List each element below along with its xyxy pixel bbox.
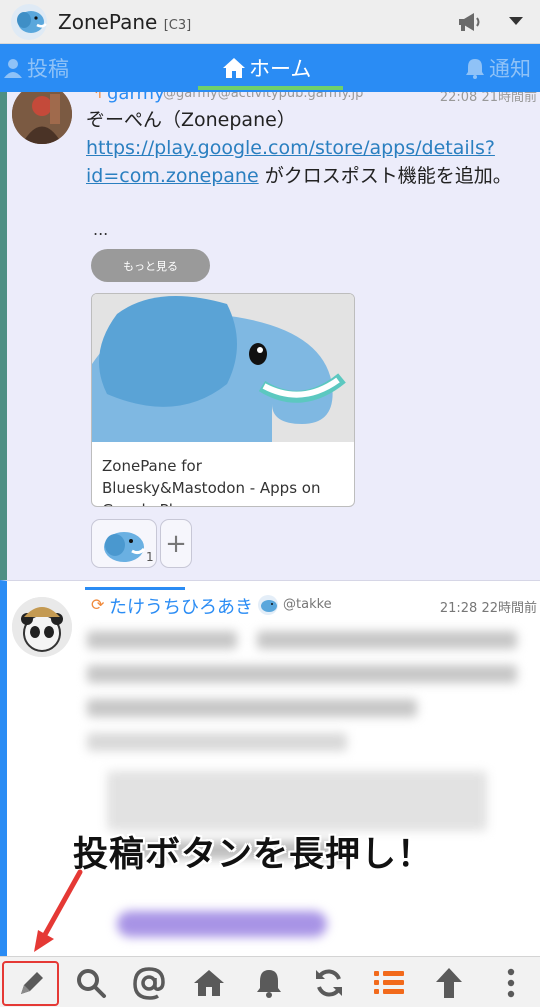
instruction-caption: 投稿ボタンを長押し！ [73, 835, 434, 875]
home-button[interactable] [180, 957, 238, 1007]
home-tab-icon [223, 58, 245, 78]
post-text: ぞーぺん（Zonepane） [86, 109, 296, 131]
app-bar: ZonePane [C3] [0, 0, 540, 44]
tab-bar: 投稿 ホーム 通知 [0, 44, 540, 92]
account-handle: @garmy@activitypub.garmy.jp [163, 92, 364, 101]
megaphone-icon[interactable] [456, 11, 482, 33]
bell-icon [466, 59, 484, 79]
unread-indicator [85, 587, 185, 590]
list-icon [374, 970, 404, 994]
link-preview-image [92, 294, 354, 444]
reaction-chip[interactable]: 1 [91, 519, 157, 568]
compose-button[interactable] [2, 961, 59, 1006]
post-header: ⟳ たけうちひろあき @takke 21:28 22時間前 [87, 593, 537, 619]
account-dropdown-icon[interactable] [509, 17, 523, 25]
more-icon [507, 968, 515, 997]
blurred-post-content [87, 621, 539, 956]
add-reaction-button[interactable]: + [160, 519, 192, 568]
truncated-ellipsis: ... [93, 220, 109, 239]
compose-icon [20, 971, 43, 994]
scroll-top-button[interactable] [420, 957, 478, 1007]
pointer-arrow-icon [34, 869, 83, 952]
search-icon [77, 968, 106, 998]
mentions-button[interactable] [120, 957, 178, 1007]
person-icon [4, 59, 22, 78]
tab-home-label: ホーム [249, 57, 312, 81]
search-button[interactable] [62, 957, 120, 1007]
app-logo-icon[interactable] [10, 3, 48, 41]
account-tag: [C3] [163, 18, 192, 33]
tab-post-label: 投稿 [27, 57, 69, 81]
refresh-button[interactable] [300, 957, 358, 1007]
tab-home[interactable]: ホーム [222, 44, 311, 92]
post-text-tail: がクロスポスト機能を追加。 [258, 165, 512, 187]
refresh-icon [316, 969, 342, 996]
timestamp: 21:28 22時間前 [439, 601, 537, 616]
reaction-count: 1 [146, 550, 154, 564]
mention-icon [133, 966, 165, 1000]
tab-notifications-label: 通知 [489, 57, 531, 81]
status-post[interactable]: ↰ garmy @garmy@activitypub.garmy.jp 22:0… [0, 92, 540, 580]
timestamp: 22:08 21時間前 [439, 92, 537, 105]
show-more-button[interactable]: もっと見る [91, 249, 210, 282]
boost-icon: ⟳ [91, 595, 105, 614]
account-handle: @takke [283, 597, 332, 612]
avatar[interactable] [12, 597, 72, 657]
zonepane-emoji-icon [104, 532, 146, 562]
notifications-button[interactable] [240, 957, 298, 1007]
link-preview-card[interactable]: ZonePane for Bluesky&Mastodon - Apps on … [91, 293, 355, 507]
reply-icon: ↰ [91, 92, 104, 102]
display-name[interactable]: garmy [107, 92, 165, 104]
scroll-top-icon [436, 967, 462, 998]
avatar[interactable] [12, 92, 72, 144]
post-header: ↰ garmy @garmy@activitypub.garmy.jp 22:0… [87, 92, 537, 105]
post-body: ぞーぺん（Zonepane） https://play.google.com/s… [86, 106, 540, 190]
active-tab-indicator [198, 86, 343, 90]
zonepane-badge-icon [258, 595, 278, 615]
app-name: ZonePane [58, 10, 158, 34]
app-title: ZonePane [C3] [58, 10, 191, 34]
lists-button[interactable] [360, 957, 418, 1007]
display-name[interactable]: たけうちひろあき [109, 593, 253, 619]
bottom-toolbar [0, 956, 540, 1007]
link-preview-title: ZonePane for Bluesky&Mastodon - Apps on … [102, 457, 321, 506]
tab-post[interactable]: 投稿 [2, 44, 69, 92]
more-menu-button[interactable] [482, 957, 540, 1007]
notification-icon [257, 969, 281, 998]
tab-notifications[interactable]: 通知 [464, 44, 531, 92]
home-icon [194, 969, 224, 996]
